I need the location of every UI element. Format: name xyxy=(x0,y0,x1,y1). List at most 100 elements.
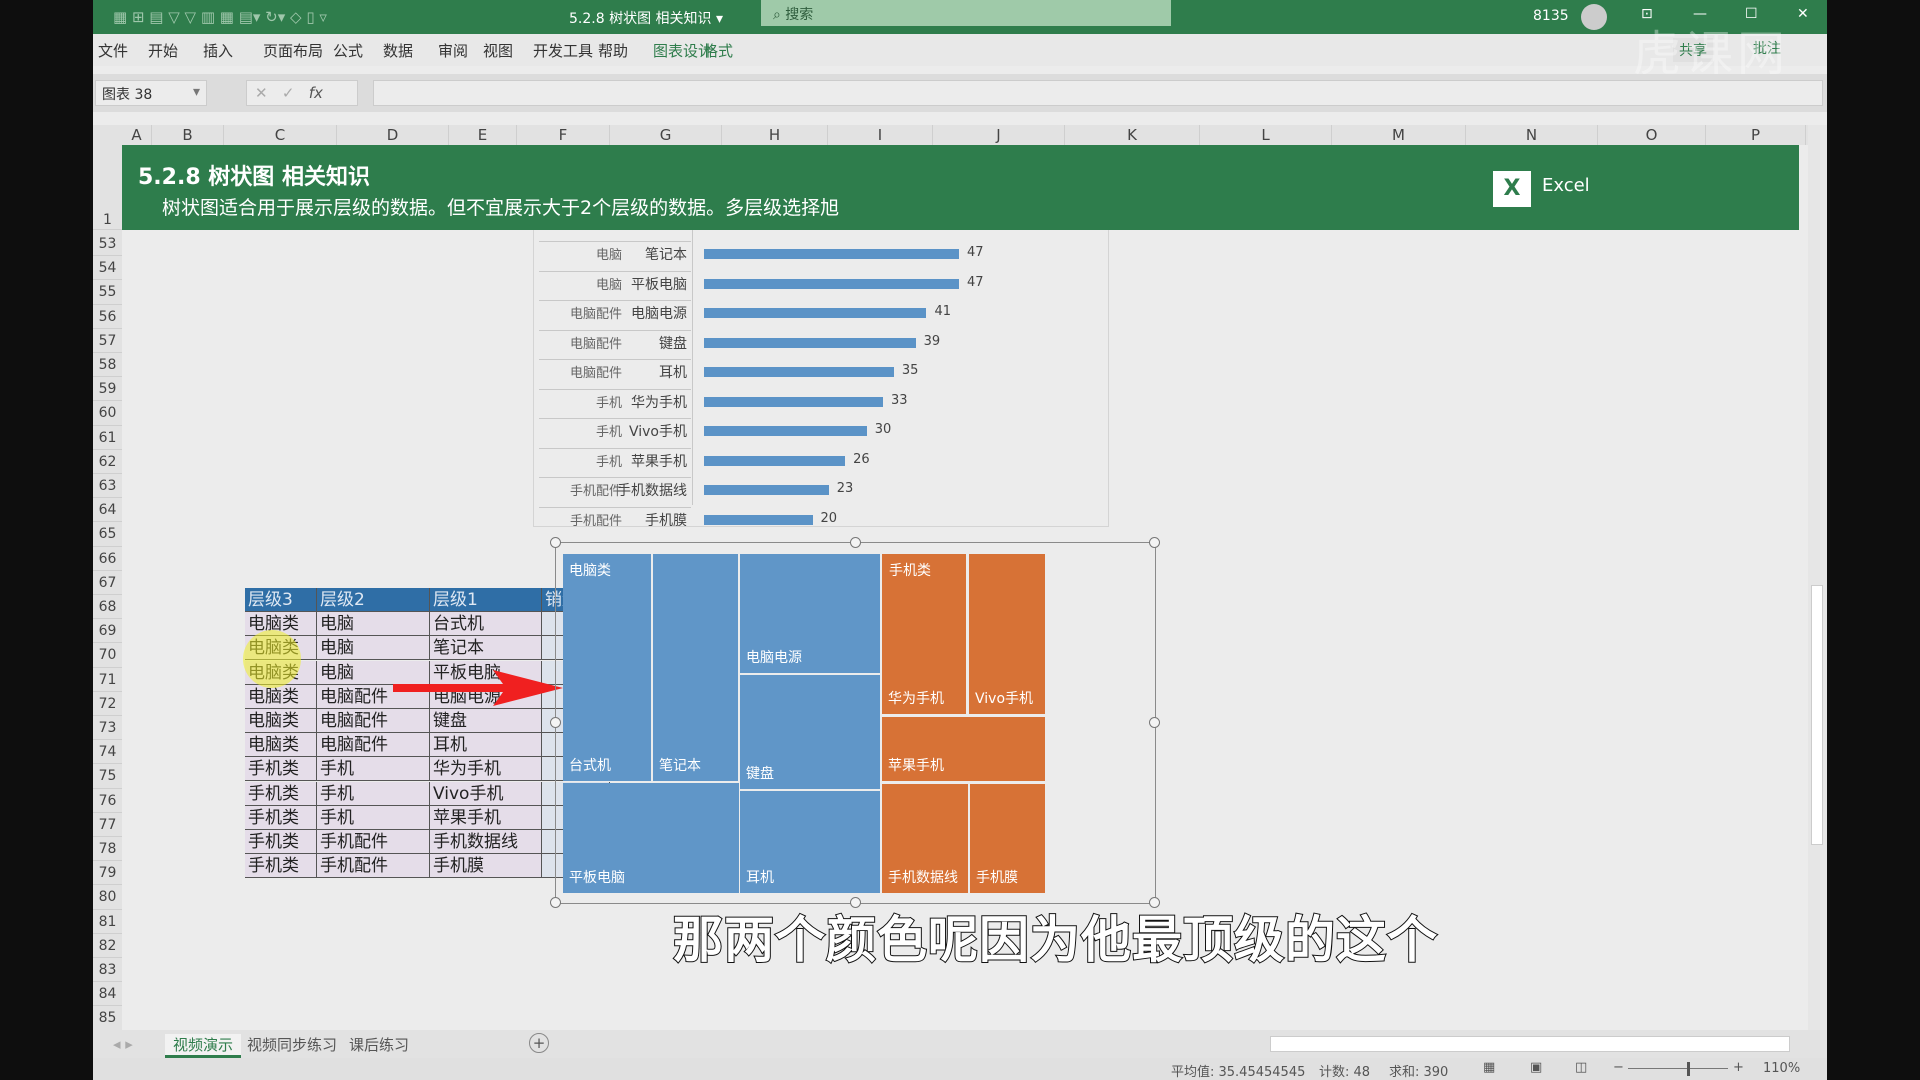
menu-tab[interactable]: 页面布局 xyxy=(263,40,323,61)
menu-tab[interactable]: 审阅 xyxy=(438,40,468,61)
treemap-tile[interactable]: 苹果手机 xyxy=(882,717,1045,781)
table-cell[interactable]: 手机类 xyxy=(245,781,317,806)
cancel-icon[interactable]: ✕ xyxy=(255,84,268,102)
zoom-slider[interactable] xyxy=(1628,1068,1728,1069)
horizontal-scrollbar[interactable] xyxy=(1270,1036,1790,1052)
menu-tab[interactable]: 开发工具 xyxy=(533,40,593,61)
row-header[interactable]: 72 xyxy=(93,692,122,716)
table-cell[interactable]: 手机类 xyxy=(245,830,317,854)
document-title[interactable]: 5.2.8 树状图 相关知识 ▾ xyxy=(569,8,723,28)
bar[interactable] xyxy=(704,367,894,377)
treemap-tile[interactable]: 笔记本 xyxy=(653,554,738,781)
treemap-tile[interactable]: 手机膜 xyxy=(970,784,1045,893)
row-header[interactable]: 63 xyxy=(93,474,122,499)
menu-tab[interactable]: 帮助 xyxy=(598,40,628,61)
row-header[interactable]: 62 xyxy=(93,450,122,474)
treemap-tile[interactable]: 平板电脑 xyxy=(563,783,739,893)
bar[interactable] xyxy=(704,396,884,407)
row-header[interactable]: 73 xyxy=(93,716,122,741)
zoom-out-button[interactable]: − xyxy=(1613,1060,1624,1075)
resize-handle[interactable] xyxy=(849,537,861,548)
row-header[interactable]: 82 xyxy=(93,934,122,958)
table-cell[interactable]: 手机 xyxy=(317,805,430,830)
column-header[interactable]: N xyxy=(1466,125,1598,145)
table-cell[interactable]: 手机膜 xyxy=(430,854,542,879)
menu-tab[interactable]: 开始 xyxy=(148,40,178,61)
column-header[interactable]: F xyxy=(517,125,610,145)
search-box[interactable]: ⌕ 搜索 xyxy=(761,0,1171,26)
treemap-tile[interactable]: 电脑电源 xyxy=(740,554,880,673)
row-header[interactable]: 59 xyxy=(93,377,122,402)
treemap-tile[interactable]: 键盘 xyxy=(740,675,880,789)
treemap-tile[interactable]: 台式机 xyxy=(563,554,651,781)
row-header[interactable]: 79 xyxy=(93,861,122,886)
column-header[interactable]: K xyxy=(1065,125,1200,145)
column-header[interactable]: P xyxy=(1706,125,1806,145)
confirm-icon[interactable]: ✓ xyxy=(282,84,295,102)
table-cell[interactable]: 台式机 xyxy=(430,612,542,637)
formula-input[interactable] xyxy=(373,80,1823,106)
table-cell[interactable]: 手机配件 xyxy=(317,830,430,854)
add-sheet-button[interactable]: + xyxy=(529,1033,549,1053)
row-header[interactable]: 76 xyxy=(93,789,122,813)
table-cell[interactable]: 电脑 xyxy=(317,636,430,661)
row-header[interactable]: 81 xyxy=(93,910,122,934)
normal-view-icon[interactable]: ▦ xyxy=(1483,1060,1495,1075)
vertical-scrollbar[interactable] xyxy=(1808,125,1827,1032)
table-header[interactable]: 层级3 xyxy=(245,588,317,612)
column-header[interactable]: M xyxy=(1332,125,1466,145)
resize-handle[interactable] xyxy=(550,537,561,548)
resize-handle[interactable] xyxy=(550,717,561,728)
page-break-icon[interactable]: ◫ xyxy=(1575,1060,1587,1075)
sheet-tab[interactable]: 课后练习 xyxy=(343,1034,415,1055)
sheet-tab[interactable]: 视频演示 xyxy=(165,1034,242,1058)
row-header[interactable]: 69 xyxy=(93,619,122,644)
treemap-tile[interactable]: 耳机 xyxy=(740,791,880,893)
row-header[interactable]: 68 xyxy=(93,595,122,620)
bar-chart[interactable]: 电脑 笔记本 47 电脑 平板电脑 47 电脑配件 电脑电源 41 电脑配件 键盘 39 电脑配件 耳机 3… xyxy=(533,230,1109,527)
menu-tab[interactable]: 格式 xyxy=(703,40,733,61)
treemap-tile[interactable]: Vivo手机 xyxy=(969,554,1045,714)
row-header[interactable]: 65 xyxy=(93,522,122,547)
row-header[interactable]: 77 xyxy=(93,813,122,837)
table-cell[interactable]: 电脑 xyxy=(317,612,430,637)
bar[interactable] xyxy=(704,514,813,525)
table-cell[interactable]: 华为手机 xyxy=(430,757,542,782)
table-cell[interactable]: 苹果手机 xyxy=(430,805,542,830)
bar[interactable] xyxy=(704,485,829,495)
zoom-in-button[interactable]: + xyxy=(1733,1060,1744,1075)
table-cell[interactable]: 手机类 xyxy=(245,805,317,830)
menu-tab[interactable]: 视图 xyxy=(483,40,513,61)
row-header[interactable]: 75 xyxy=(93,764,122,789)
table-cell[interactable]: 手机配件 xyxy=(317,854,430,879)
table-cell[interactable]: 耳机 xyxy=(430,733,542,758)
row-header[interactable]: 80 xyxy=(93,885,122,910)
table-cell[interactable]: 手机 xyxy=(317,781,430,806)
resize-handle[interactable] xyxy=(550,897,561,908)
table-cell[interactable]: 手机数据线 xyxy=(430,830,542,854)
avatar[interactable] xyxy=(1581,4,1607,30)
sheet-tab[interactable]: 视频同步练习 xyxy=(241,1034,343,1055)
column-header[interactable]: L xyxy=(1200,125,1332,145)
column-header[interactable]: I xyxy=(828,125,933,145)
row-header[interactable]: 60 xyxy=(93,401,122,426)
treemap-chart[interactable]: 台式机 笔记本 平板电脑 电脑电源 键盘 耳机 华为手机 Vivo手机 苹果手机 手机数据线 手机膜… xyxy=(550,537,1160,908)
column-header[interactable]: O xyxy=(1598,125,1706,145)
name-box[interactable]: 图表 38 ▾ xyxy=(95,80,207,106)
row-header[interactable]: 56 xyxy=(93,305,122,329)
table-cell[interactable]: 笔记本 xyxy=(430,636,542,661)
fx-icon[interactable]: fx xyxy=(309,84,323,102)
row-header[interactable]: 1 xyxy=(93,145,122,230)
bar[interactable] xyxy=(704,426,867,436)
bar[interactable] xyxy=(704,455,846,466)
zoom-level[interactable]: 110% xyxy=(1763,1061,1800,1076)
column-header[interactable]: B xyxy=(152,125,224,145)
table-header[interactable]: 层级1 xyxy=(430,588,542,612)
column-header[interactable]: D xyxy=(337,125,449,145)
row-header[interactable]: 85 xyxy=(93,1006,122,1031)
row-header[interactable]: 67 xyxy=(93,571,122,595)
column-header[interactable]: J xyxy=(933,125,1065,145)
bar[interactable] xyxy=(704,337,916,348)
row-header[interactable]: 74 xyxy=(93,740,122,765)
row-header[interactable]: 84 xyxy=(93,982,122,1007)
